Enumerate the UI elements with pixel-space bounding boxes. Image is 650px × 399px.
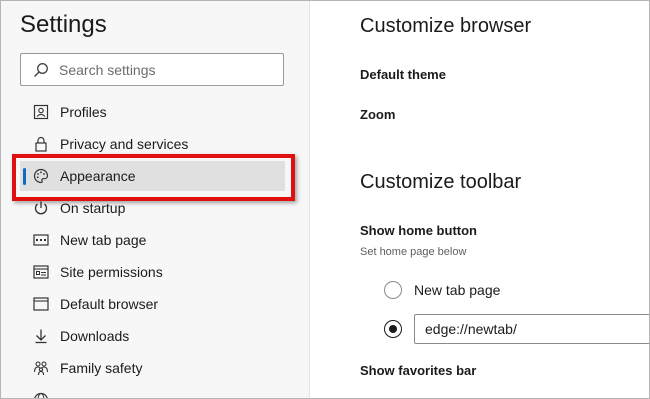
radio-custom-url[interactable] xyxy=(384,320,402,338)
section-heading-customize-toolbar: Customize toolbar xyxy=(360,171,522,193)
sidebar-item-cut-off[interactable] xyxy=(20,385,285,398)
sidebar-item-label: Profiles xyxy=(60,104,107,120)
settings-sidebar: Settings Profiles Privacy and services A… xyxy=(1,1,310,398)
show-favorites-bar-label: Show favorites bar xyxy=(360,363,477,378)
power-icon xyxy=(32,199,50,217)
home-url-field[interactable] xyxy=(414,314,649,344)
radio-new-tab-page[interactable] xyxy=(384,281,402,299)
family-icon xyxy=(32,359,50,377)
search-input[interactable] xyxy=(59,54,279,85)
sidebar-item-label: Downloads xyxy=(60,328,130,344)
site-permissions-icon xyxy=(32,263,50,281)
sidebar-item-default-browser[interactable]: Default browser xyxy=(20,289,285,319)
settings-content: Customize browser Default theme Zoom Cus… xyxy=(311,1,649,398)
default-theme-label[interactable]: Default theme xyxy=(360,67,446,82)
section-heading-customize-browser: Customize browser xyxy=(360,15,532,37)
sidebar-item-label: Privacy and services xyxy=(60,136,189,152)
sidebar-item-privacy[interactable]: Privacy and services xyxy=(20,129,285,159)
download-arrow-icon xyxy=(32,327,50,345)
sidebar-item-label: New tab page xyxy=(60,232,147,248)
sidebar-item-label: Site permissions xyxy=(60,264,163,280)
sidebar-item-new-tab-page[interactable]: New tab page xyxy=(20,225,285,255)
show-home-button-label: Show home button xyxy=(360,223,477,238)
sidebar-item-downloads[interactable]: Downloads xyxy=(20,321,285,351)
new-tab-page-icon xyxy=(32,231,50,249)
palette-icon xyxy=(32,167,50,185)
home-option-custom-url[interactable] xyxy=(384,320,414,338)
search-icon xyxy=(34,63,48,77)
home-url-input[interactable] xyxy=(415,315,649,343)
profile-card-icon xyxy=(32,103,50,121)
sidebar-item-site-permissions[interactable]: Site permissions xyxy=(20,257,285,287)
sidebar-item-appearance[interactable]: Appearance xyxy=(20,161,285,191)
lock-icon xyxy=(32,135,50,153)
sidebar-item-profiles[interactable]: Profiles xyxy=(20,97,285,127)
sidebar-item-label: Family safety xyxy=(60,360,143,376)
sidebar-item-label: Appearance xyxy=(60,168,136,184)
sidebar-item-on-startup[interactable]: On startup xyxy=(20,193,285,223)
sidebar-item-label: On startup xyxy=(60,200,126,216)
globe-icon xyxy=(32,391,50,398)
sidebar-item-label: Default browser xyxy=(60,296,159,312)
radio-label: New tab page xyxy=(414,282,501,298)
sidebar-item-family-safety[interactable]: Family safety xyxy=(20,353,285,383)
browser-window-icon xyxy=(32,295,50,313)
zoom-label[interactable]: Zoom xyxy=(360,107,395,122)
page-title: Settings xyxy=(20,11,107,38)
home-option-new-tab[interactable]: New tab page xyxy=(384,281,500,299)
home-page-hint: Set home page below xyxy=(360,246,467,258)
search-box[interactable] xyxy=(20,53,284,86)
